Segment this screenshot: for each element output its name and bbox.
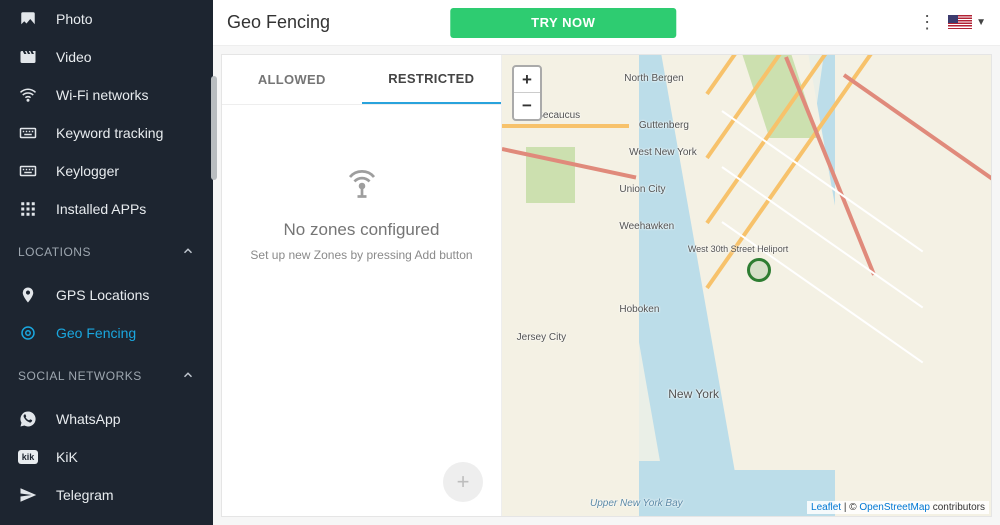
- whatsapp-icon: [18, 409, 38, 429]
- photo-icon: [18, 9, 38, 29]
- content-panel: ALLOWED RESTRICTED No zones configured S…: [221, 54, 992, 517]
- kik-icon: kik: [18, 450, 38, 464]
- keyboard-icon: [18, 123, 38, 143]
- location-pin-icon: [18, 285, 38, 305]
- us-flag-icon: [948, 15, 972, 31]
- sidebar-item-installed-apps[interactable]: Installed APPs: [0, 190, 213, 228]
- zoom-out-button[interactable]: −: [514, 93, 540, 119]
- sidebar-item-keylogger[interactable]: Keylogger: [0, 152, 213, 190]
- target-icon: [18, 323, 38, 343]
- sidebar-item-telegram[interactable]: Telegram: [0, 476, 213, 514]
- sidebar-item-label: Wi-Fi networks: [56, 87, 149, 103]
- map-label: Guttenberg: [639, 120, 689, 131]
- main: Geo Fencing TRY NOW ⋮ ▼ ALLOWED RESTRICT…: [213, 0, 1000, 525]
- map-label: New York: [668, 387, 719, 401]
- map-label: Upper New York Bay: [590, 498, 683, 509]
- map-label: Hoboken: [619, 304, 659, 315]
- wifi-icon: [18, 85, 38, 105]
- send-icon: [18, 485, 38, 505]
- topbar: Geo Fencing TRY NOW ⋮ ▼: [213, 0, 1000, 46]
- sidebar-item-label: Video: [56, 49, 92, 65]
- sidebar-item-label: GPS Locations: [56, 287, 149, 303]
- sidebar-item-whatsapp[interactable]: WhatsApp: [0, 400, 213, 438]
- map-label: West New York: [629, 147, 697, 158]
- sidebar-scrollbar[interactable]: [211, 76, 217, 180]
- sidebar-item-keyword-tracking[interactable]: Keyword tracking: [0, 114, 213, 152]
- map-attribution: Leaflet | © OpenStreetMap contributors: [807, 501, 989, 514]
- plus-icon: +: [457, 469, 470, 495]
- map-label: West 30th Street Heliport: [688, 244, 788, 254]
- osm-link[interactable]: OpenStreetMap: [859, 502, 930, 513]
- sidebar-item-geo-fencing[interactable]: Geo Fencing: [0, 314, 213, 352]
- section-title: SOCIAL NETWORKS: [18, 369, 142, 383]
- sidebar-item-label: WhatsApp: [56, 411, 121, 427]
- sidebar-item-label: Telegram: [56, 487, 114, 503]
- map-label: Union City: [619, 184, 665, 195]
- tab-allowed[interactable]: ALLOWED: [222, 55, 362, 104]
- more-menu-icon[interactable]: ⋮: [918, 12, 936, 33]
- empty-state: No zones configured Set up new Zones by …: [222, 105, 501, 516]
- empty-subtitle: Set up new Zones by pressing Add button: [250, 248, 472, 262]
- empty-title: No zones configured: [284, 220, 440, 240]
- video-icon: [18, 47, 38, 67]
- add-zone-button[interactable]: +: [443, 462, 483, 502]
- map-label: Jersey City: [517, 332, 566, 343]
- language-selector[interactable]: ▼: [948, 15, 986, 31]
- sidebar-item-label: Geo Fencing: [56, 325, 136, 341]
- map-label: Weehawken: [619, 221, 674, 232]
- sidebar-item-label: Keyword tracking: [56, 125, 163, 141]
- section-header-social[interactable]: SOCIAL NETWORKS: [0, 352, 213, 400]
- sidebar-item-kik[interactable]: kik KiK: [0, 438, 213, 476]
- tabs: ALLOWED RESTRICTED: [222, 55, 501, 105]
- try-now-button[interactable]: TRY NOW: [450, 8, 676, 38]
- antenna-icon: [344, 165, 380, 206]
- leaflet-link[interactable]: Leaflet: [811, 502, 841, 513]
- chevron-up-icon: [181, 244, 195, 261]
- sidebar: Photo Video Wi-Fi networks Keyword track…: [0, 0, 213, 525]
- sidebar-item-gps-locations[interactable]: GPS Locations: [0, 276, 213, 314]
- sidebar-item-wifi[interactable]: Wi-Fi networks: [0, 76, 213, 114]
- sidebar-item-label: Keylogger: [56, 163, 119, 179]
- zones-panel: ALLOWED RESTRICTED No zones configured S…: [222, 55, 502, 516]
- sidebar-item-video[interactable]: Video: [0, 38, 213, 76]
- chevron-up-icon: [181, 368, 195, 385]
- map-label: North Bergen: [624, 73, 683, 84]
- keyboard-icon: [18, 161, 38, 181]
- tab-restricted[interactable]: RESTRICTED: [362, 55, 502, 104]
- section-title: LOCATIONS: [18, 245, 91, 259]
- sidebar-item-photo[interactable]: Photo: [0, 0, 213, 38]
- map[interactable]: North Bergen Guttenberg West New York Se…: [502, 55, 991, 516]
- geo-fence-marker[interactable]: [747, 258, 771, 282]
- caret-down-icon: ▼: [976, 17, 986, 28]
- sidebar-item-label: Photo: [56, 11, 93, 27]
- map-label: Secaucus: [536, 110, 580, 121]
- apps-icon: [18, 199, 38, 219]
- sidebar-item-label: Installed APPs: [56, 201, 146, 217]
- section-header-locations[interactable]: LOCATIONS: [0, 228, 213, 276]
- sidebar-item-label: KiK: [56, 449, 78, 465]
- zoom-control: + −: [512, 65, 542, 121]
- page-title: Geo Fencing: [227, 12, 330, 33]
- zoom-in-button[interactable]: +: [514, 67, 540, 93]
